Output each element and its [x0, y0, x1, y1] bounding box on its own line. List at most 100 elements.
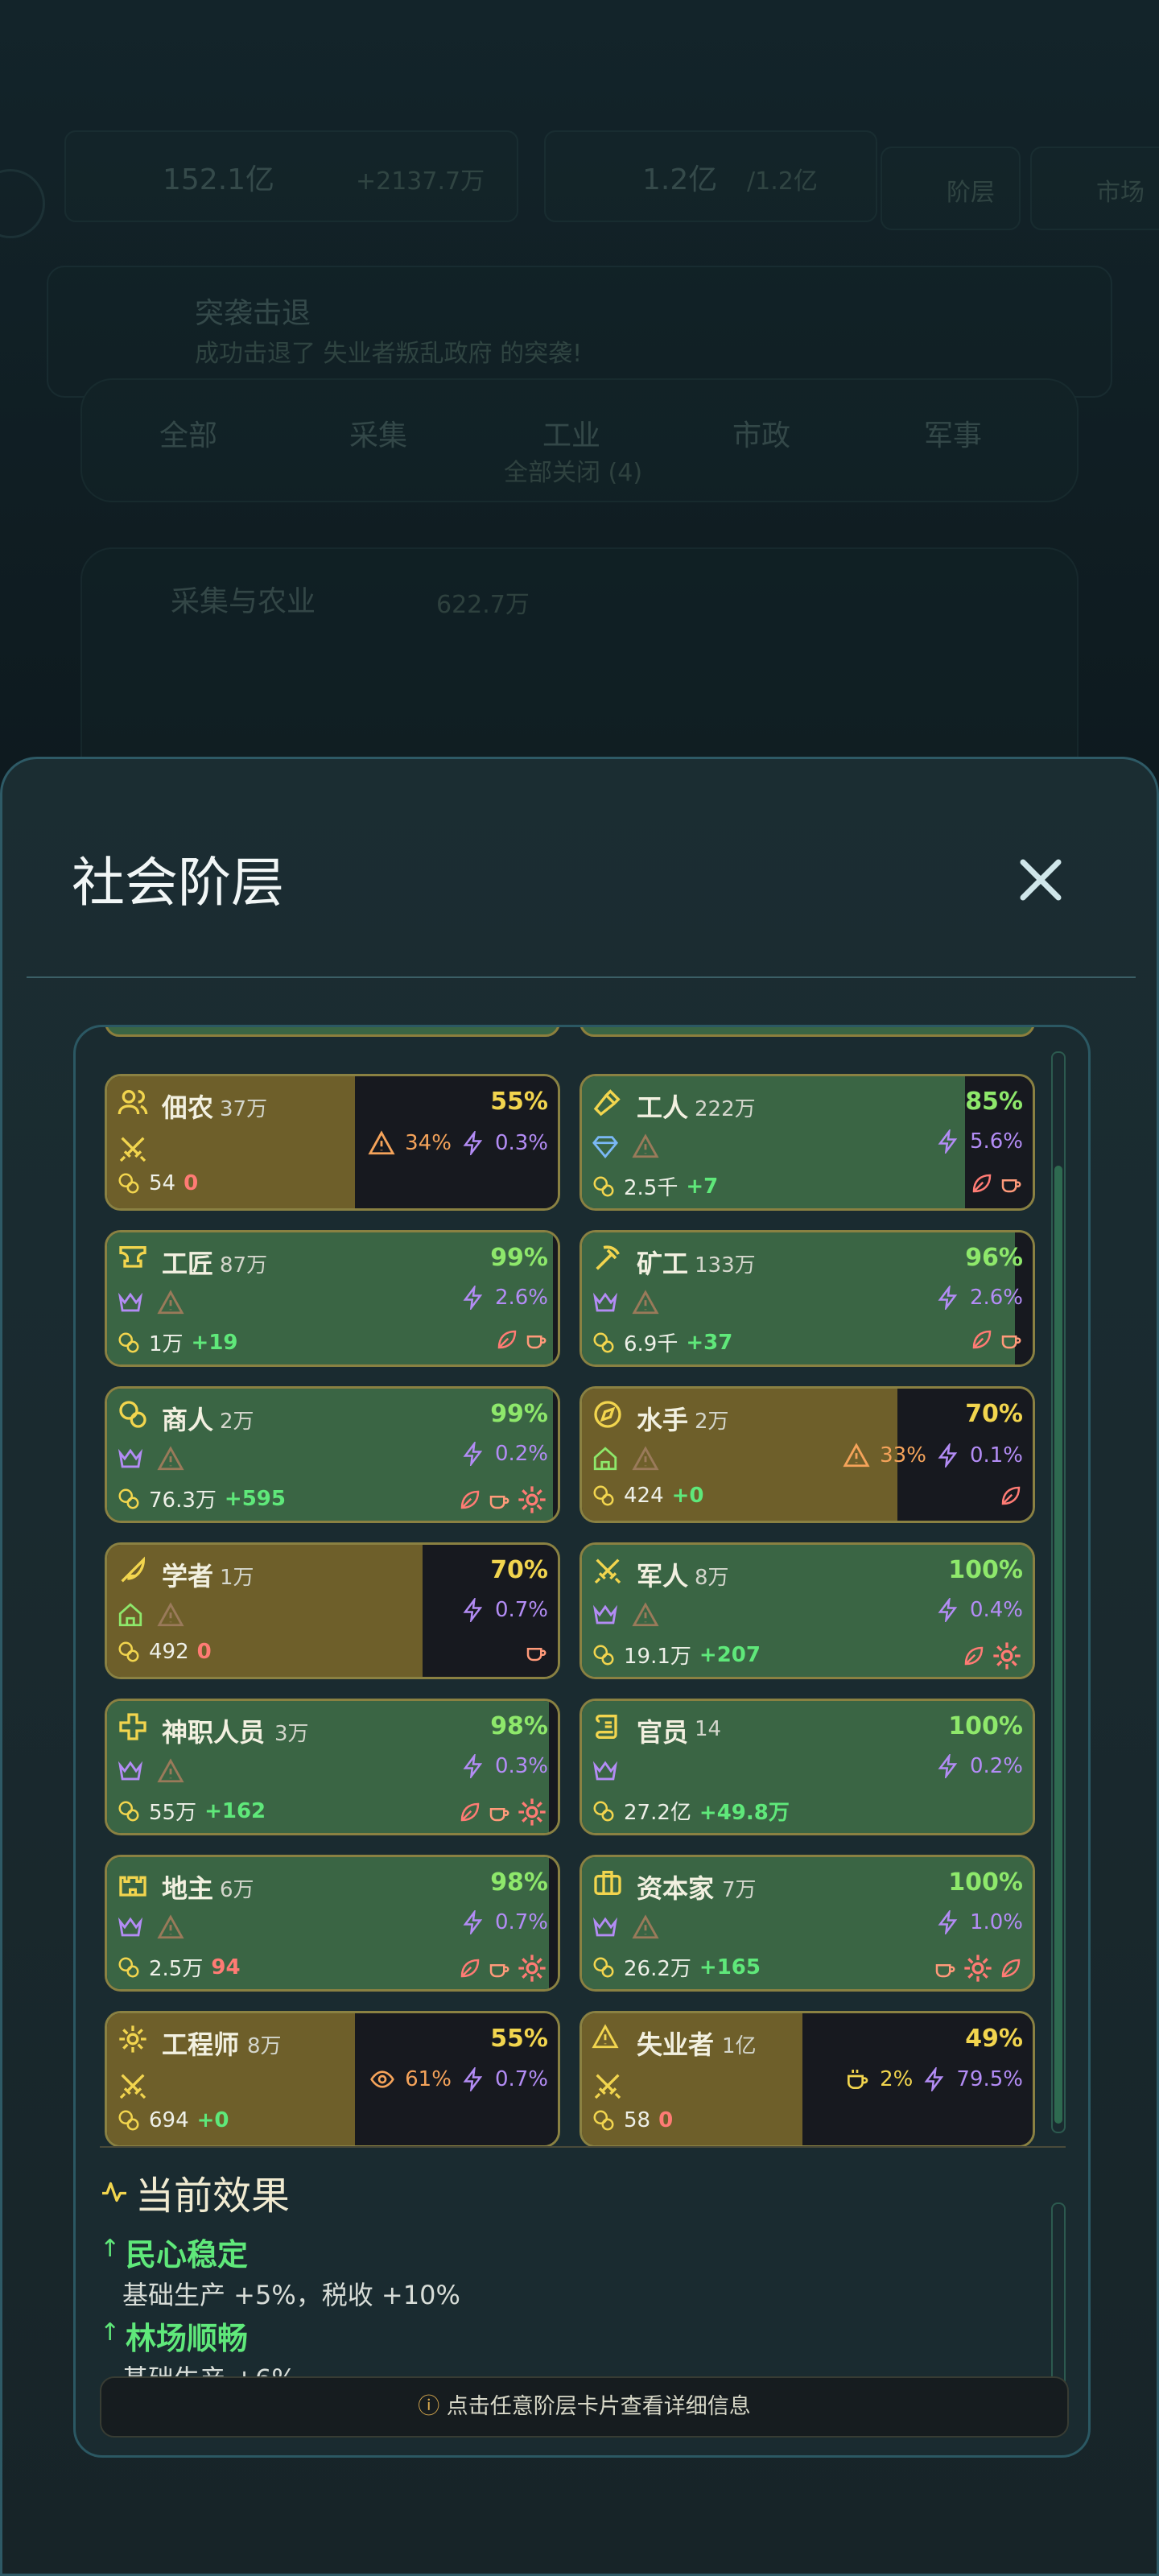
satisfaction-percent: 100%: [948, 1556, 1023, 1584]
needs-icons: [495, 1327, 548, 1352]
hint-text: 点击任意阶层卡片查看详细信息: [446, 2394, 751, 2419]
wealth-delta: +162: [204, 1798, 266, 1823]
influence-value: 0.7%: [494, 2067, 548, 2091]
stratum-card[interactable]: 工程师 8万 55% 61% 0.7% 694 +0: [105, 2011, 560, 2148]
gold-rate: +2137.7万: [356, 167, 485, 196]
crown-icon: [117, 1913, 144, 1941]
stratum-population: 6万: [220, 1878, 254, 1902]
status-icons: [117, 1601, 184, 1629]
gold-amount: 152.1亿: [163, 163, 275, 196]
gear-icon: [516, 1796, 548, 1828]
strata-scroll-thumb[interactable]: [1054, 1166, 1062, 2124]
influence-value: 79.5%: [956, 2067, 1023, 2091]
strata-panel[interactable]: 佃农 37万 55% 34% 0.3% 54 0 工人 222万 85% 5.6% 2.5千 +7 工匠 8…: [73, 1025, 1091, 2458]
tab-gather[interactable]: 采集: [349, 412, 407, 454]
leaf-icon: [999, 1484, 1023, 1508]
status-icons: [592, 1913, 659, 1941]
wealth-row: 19.1万 +207: [592, 1640, 761, 1670]
card-peek-left: [105, 1027, 560, 1037]
stratum-card[interactable]: 军人 8万 100% 0.4% 19.1万 +207: [580, 1542, 1035, 1679]
status-icons: [592, 1445, 659, 1472]
stratum-card[interactable]: 矿工 133万 96% 2.6% 6.9千 +37: [580, 1230, 1035, 1367]
tab-industry[interactable]: 工业: [542, 412, 600, 454]
stratum-card[interactable]: 工人 222万 85% 5.6% 2.5千 +7: [580, 1074, 1035, 1211]
coffee-icon: [487, 1800, 511, 1824]
wealth-value: 54: [149, 1171, 176, 1195]
wealth-value: 2.5万: [149, 1957, 204, 1981]
stratum-card[interactable]: 工匠 87万 99% 2.6% 1万 +19: [105, 1230, 560, 1367]
wealth-value: 492: [149, 1640, 189, 1664]
wealth-value: 58: [624, 2108, 651, 2132]
satisfaction-percent: 100%: [948, 1868, 1023, 1897]
needs-icons: [524, 1640, 548, 1664]
tab-all[interactable]: 全部: [159, 412, 217, 454]
needs-icons: [970, 1327, 1023, 1352]
wealth-delta: 0: [196, 1640, 212, 1664]
diamond-icon: [592, 1133, 619, 1160]
bolt-icon: [936, 1754, 960, 1778]
stratum-card[interactable]: 地主 6万 98% 0.7% 2.5万 94: [105, 1855, 560, 1992]
wealth-row: 55万 +162: [117, 1796, 266, 1826]
wealth-row: 58 0: [592, 2108, 673, 2132]
satisfaction-percent: 49%: [965, 2025, 1023, 2053]
warning-icon: [157, 1601, 184, 1629]
stratum-card[interactable]: 学者 1万 70% 0.7% 492 0: [105, 1542, 560, 1679]
status-icons: [592, 1289, 659, 1316]
population-panel[interactable]: 1.2亿 /1.2亿: [544, 130, 877, 222]
cup-value: 2%: [880, 2067, 914, 2091]
stratum-card[interactable]: 佃农 37万 55% 34% 0.3% 54 0: [105, 1074, 560, 1211]
nav-market-button[interactable]: 市场: [1030, 147, 1159, 230]
stratum-population: 8万: [247, 2034, 282, 2058]
leaf-icon: [970, 1171, 994, 1195]
pulse-icon: [100, 2178, 129, 2207]
stratum-card[interactable]: 资本家 7万 100% 1.0% 26.2万 +165: [580, 1855, 1035, 1992]
gear-icon: [962, 1952, 994, 1984]
wealth-value: 2.5千: [624, 1176, 678, 1200]
warning-icon: [157, 1757, 184, 1785]
home-icon: [117, 1601, 144, 1629]
effect-name: 民心稳定: [126, 2237, 249, 2273]
stratum-card[interactable]: 官员 14 100% 0.2% 27.2亿 +49.8万: [580, 1699, 1035, 1835]
wealth-delta: 0: [184, 1171, 199, 1195]
coffee-icon: [999, 1327, 1023, 1352]
bolt-icon: [461, 1910, 485, 1934]
unrest-value: 33%: [880, 1443, 926, 1468]
status-values: 0.7%: [461, 1910, 548, 1934]
stratum-card[interactable]: 失业者 1亿 49% 2% 79.5% 58 0: [580, 2011, 1035, 2148]
stratum-card[interactable]: 水手 2万 70% 33% 0.1% 424 +0: [580, 1386, 1035, 1523]
section-title: 采集与农业: [171, 585, 316, 618]
satisfaction-percent: 99%: [490, 1244, 548, 1272]
stratum-name: 商人: [162, 1405, 214, 1435]
gold-panel[interactable]: 152.1亿 +2137.7万: [64, 130, 518, 222]
person-icon: [117, 1086, 152, 1121]
wealth-row: 694 +0: [117, 2108, 229, 2132]
menu-button[interactable]: [0, 169, 45, 238]
nav-market-label: 市场: [1096, 179, 1145, 207]
influence-value: 1.0%: [969, 1910, 1023, 1934]
nav-strata-button[interactable]: 阶层: [881, 147, 1021, 230]
status-values: 61% 0.7%: [369, 2066, 548, 2092]
social-strata-modal: 社会阶层 佃农 37万 55% 34% 0.3% 54 0 工人 222万 85% 5.6% 2.5千…: [0, 757, 1159, 2576]
wealth-value: 55万: [149, 1801, 197, 1825]
crown-icon: [592, 1757, 619, 1785]
close-all-button[interactable]: 全部关闭 (4): [504, 452, 642, 488]
stratum-card[interactable]: 神职人员 3万 98% 0.3% 55万 +162: [105, 1699, 560, 1835]
bolt-icon: [936, 1598, 960, 1622]
leaf-icon: [970, 1327, 994, 1352]
influence-value: 0.7%: [494, 1598, 548, 1622]
arrow-up-icon: ↑: [100, 2235, 121, 2263]
population-value: 1.2亿: [642, 163, 718, 196]
effects-divider: [100, 2146, 1066, 2148]
effects-scrollbar[interactable]: [1051, 2202, 1066, 2399]
background-ui: 152.1亿 +2137.7万 1.2亿 /1.2亿 阶层 市场 突袭击退 成功…: [0, 0, 1159, 792]
tab-civic[interactable]: 市政: [732, 412, 790, 454]
strata-scrollbar[interactable]: [1051, 1051, 1066, 2133]
stratum-card[interactable]: 商人 2万 99% 0.2% 76.3万 +595: [105, 1386, 560, 1523]
tab-military[interactable]: 军事: [924, 412, 982, 454]
gear-icon: [117, 2023, 152, 2058]
close-icon[interactable]: [1008, 848, 1073, 912]
coffee-icon: [487, 1488, 511, 1512]
warning-icon: [592, 2023, 627, 2058]
section-pop: 622.7万: [436, 591, 530, 619]
status-icons: [592, 1133, 659, 1160]
